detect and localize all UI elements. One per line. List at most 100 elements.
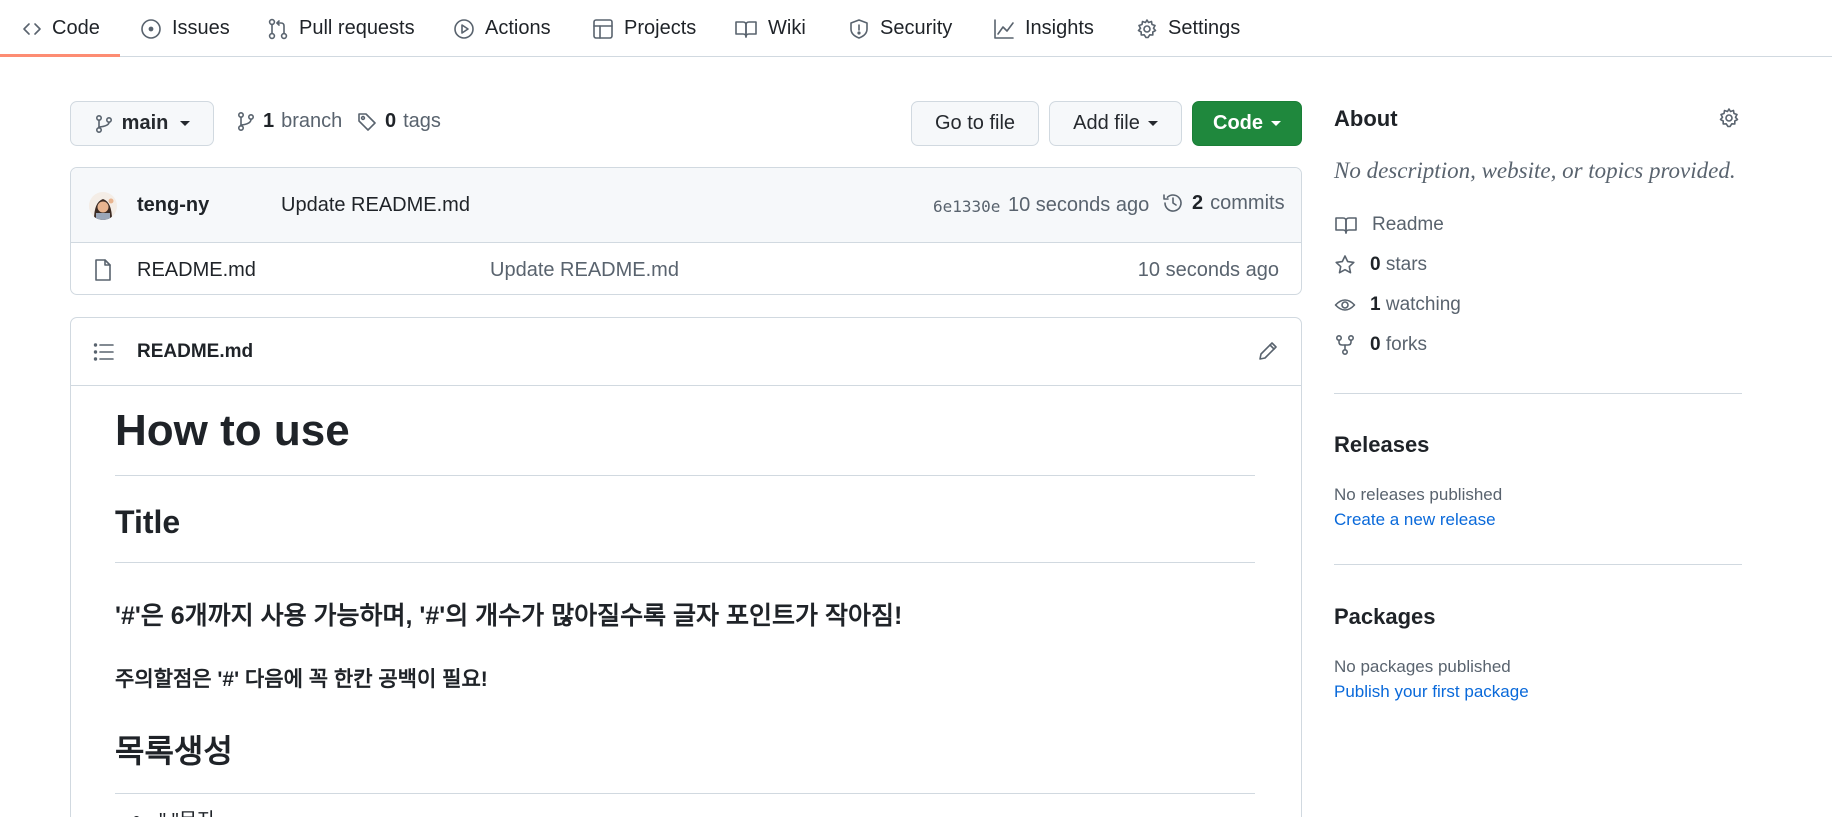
packages-empty-text: No packages published	[1334, 657, 1511, 676]
watching-label: watching	[1385, 294, 1461, 315]
git-branch-icon	[94, 114, 114, 134]
table-row[interactable]: README.md Update README.md 10 seconds ag…	[71, 244, 1301, 294]
readme-link[interactable]: Readme	[1334, 214, 1444, 236]
star-icon	[1334, 254, 1356, 276]
stars-link[interactable]: 0 stars	[1334, 254, 1427, 276]
releases-title[interactable]: Releases	[1334, 432, 1429, 458]
forks-count: 0	[1370, 334, 1381, 355]
readme-title[interactable]: README.md	[137, 341, 253, 363]
watching-link[interactable]: 1 watching	[1334, 294, 1461, 316]
play-icon	[453, 18, 475, 40]
branch-name: main	[121, 112, 169, 134]
stars-count: 0	[1370, 254, 1381, 275]
file-name[interactable]: README.md	[137, 259, 256, 282]
commit-message[interactable]: Update README.md	[281, 194, 470, 217]
tag-label: tags	[403, 110, 441, 132]
repo-nav: Code Issues Pull requests Actions Projec…	[0, 0, 1832, 57]
publish-package-link[interactable]: Publish your first package	[1334, 682, 1529, 702]
add-file-label: Add file	[1073, 112, 1140, 134]
gear-icon[interactable]	[1718, 107, 1740, 129]
history-icon	[1161, 191, 1185, 215]
readme-panel: README.md How to use Title '#'은 6개까지 사용 …	[70, 317, 1302, 817]
gear-icon	[1136, 18, 1158, 40]
tab-projects[interactable]: Projects	[592, 0, 696, 57]
graph-icon	[993, 18, 1015, 40]
branch-select-button[interactable]: main	[70, 101, 214, 146]
branches-link[interactable]: 1 branch	[236, 110, 342, 133]
watching-count: 1	[1370, 294, 1381, 315]
go-to-file-label: Go to file	[934, 112, 1016, 134]
code-button[interactable]: Code	[1192, 101, 1302, 146]
code-icon	[22, 19, 42, 39]
chevron-down-icon	[1147, 121, 1158, 126]
book-icon	[734, 19, 758, 39]
about-title: About	[1334, 106, 1398, 131]
latest-commit-row: teng-ny Update README.md 6e1330e 10 seco…	[71, 168, 1301, 243]
tags-link[interactable]: 0 tags	[356, 110, 441, 133]
divider	[115, 475, 1255, 476]
shield-icon	[848, 18, 870, 40]
chevron-down-icon	[1271, 121, 1281, 126]
forks-label: forks	[1385, 334, 1428, 355]
forks-link[interactable]: 0 forks	[1334, 334, 1427, 356]
readme-header: README.md	[71, 318, 1301, 386]
tab-label: Actions	[485, 17, 551, 39]
tab-label: Insights	[1025, 17, 1094, 39]
git-pull-request-icon	[267, 18, 289, 40]
tab-label: Code	[52, 17, 100, 39]
divider	[115, 793, 1255, 794]
tab-pull-requests[interactable]: Pull requests	[267, 0, 415, 57]
tab-wiki[interactable]: Wiki	[734, 0, 806, 57]
active-tab-indicator	[0, 54, 120, 57]
tab-settings[interactable]: Settings	[1136, 0, 1240, 57]
commit-sha[interactable]: 6e1330e	[933, 197, 1000, 216]
file-time: 10 seconds ago	[1137, 259, 1279, 281]
repo-forked-icon	[1334, 334, 1356, 356]
readme-h3-note: '#'은 6개까지 사용 가능하며, '#'의 개수가 많아질수록 글자 포인트…	[115, 602, 903, 630]
go-to-file-button[interactable]: Go to file	[911, 101, 1039, 146]
tab-label: Projects	[624, 17, 697, 39]
commit-count: 2	[1192, 191, 1204, 214]
git-branch-icon	[236, 111, 256, 133]
divider	[1334, 564, 1742, 565]
chevron-down-icon	[180, 121, 191, 126]
about-description: No description, website, or topics provi…	[1334, 158, 1736, 183]
commit-author[interactable]: teng-ny	[137, 194, 209, 217]
readme-h4-note: 주의할점은 '#' 다음에 꼭 한칸 공백이 필요!	[115, 668, 488, 691]
tab-label: Pull requests	[299, 17, 415, 39]
tab-insights[interactable]: Insights	[993, 0, 1094, 57]
file-icon	[93, 258, 113, 282]
tab-actions[interactable]: Actions	[453, 0, 551, 57]
tag-count: 0	[385, 110, 397, 132]
readme-label: Readme	[1372, 214, 1444, 235]
readme-h1: How to use	[115, 406, 350, 455]
readme-h2-title: Title	[115, 504, 181, 540]
tab-issues[interactable]: Issues	[140, 0, 230, 57]
tab-label: Security	[880, 17, 953, 39]
releases-empty-text: No releases published	[1334, 485, 1503, 504]
file-commit-message[interactable]: Update README.md	[490, 259, 679, 282]
branch-label: branch	[281, 110, 343, 132]
issue-opened-icon	[140, 18, 162, 40]
tag-icon	[356, 111, 378, 133]
pencil-icon[interactable]	[1257, 340, 1279, 362]
add-file-button[interactable]: Add file	[1049, 101, 1182, 146]
tab-security[interactable]: Security	[848, 0, 952, 57]
divider	[115, 562, 1255, 563]
list-item: " "문자	[159, 804, 216, 817]
tab-label: Wiki	[768, 17, 806, 39]
file-browser: teng-ny Update README.md 6e1330e 10 seco…	[70, 167, 1302, 295]
branch-count: 1	[263, 110, 275, 132]
avatar[interactable]	[89, 192, 117, 220]
create-release-link[interactable]: Create a new release	[1334, 510, 1496, 530]
commit-label: commits	[1210, 191, 1285, 214]
tab-label: Issues	[172, 17, 230, 39]
code-button-label: Code	[1213, 112, 1263, 134]
list-unordered-icon[interactable]	[93, 342, 115, 362]
packages-title[interactable]: Packages	[1334, 604, 1436, 630]
commits-history-link[interactable]: 2 commits	[1161, 191, 1285, 215]
tab-code[interactable]: Code	[22, 0, 100, 57]
eye-icon	[1334, 294, 1356, 316]
divider	[1334, 393, 1742, 394]
commit-time: 10 seconds ago	[1008, 194, 1150, 216]
